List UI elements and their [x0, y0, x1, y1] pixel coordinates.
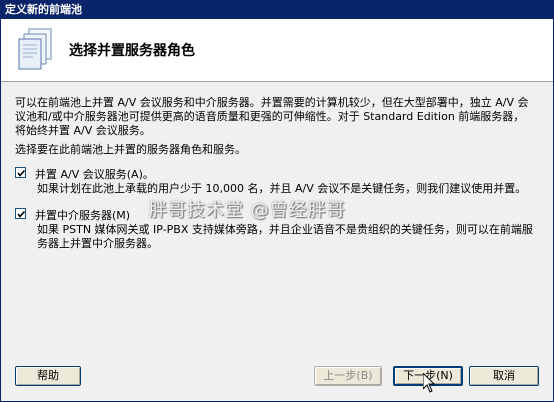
- intro-line: 议池和/或中介服务器池可提供更高的语音质量和更强的可伸缩性。对于 Standar…: [15, 110, 525, 123]
- wizard-header: 选择并置服务器角色: [1, 19, 553, 82]
- wizard-content: 可以在前端池上并置 A/V 会议服务和中介服务器。并置需要的计算机较少，但在大型…: [1, 82, 553, 401]
- cancel-button[interactable]: 取消: [469, 366, 539, 386]
- checkmark-icon: [17, 210, 26, 218]
- collocate-av-label[interactable]: 并置 A/V 会议服务(A)。: [35, 166, 154, 182]
- window-title: 定义新的前端池: [5, 3, 82, 16]
- collocate-mediation-label[interactable]: 并置中介服务器(M): [35, 207, 130, 223]
- watermark: 胖哥技术堂 @曾经胖哥: [149, 200, 346, 221]
- page-title: 选择并置服务器角色: [69, 43, 195, 59]
- help-button[interactable]: 帮助: [15, 366, 81, 386]
- checkmark-icon: [17, 169, 26, 177]
- collocate-av-checkbox[interactable]: [15, 167, 26, 178]
- intro-line: 将始终并置 A/V 会议服务。: [15, 124, 151, 137]
- intro-text: 可以在前端池上并置 A/V 会议服务和中介服务器。并置需要的计算机较少，但在大型…: [15, 96, 540, 138]
- description-line: 如果 PSTN 媒体网关或 IP-PBX 支持媒体旁路，并且企业语音不是贵组织的…: [37, 223, 533, 236]
- description-line: 如果计划在此池上承载的用户少于 10,000 名，并且 A/V 会议不是关键任务…: [37, 182, 527, 195]
- description-line: 务器上并置中介服务器。: [37, 237, 158, 250]
- collocate-av-description: 如果计划在此池上承载的用户少于 10,000 名，并且 A/V 会议不是关键任务…: [37, 182, 537, 196]
- wizard-window: 定义新的前端池 选择并置服务器角色 可以在前端池上并置 A/V 会议服务和中介服…: [0, 0, 554, 402]
- selection-prompt: 选择要在此前端池上并置的服务器角色和服务。: [15, 143, 246, 156]
- title-bar: 定义新的前端池: [1, 1, 553, 19]
- collocate-mediation-checkbox[interactable]: [15, 208, 26, 219]
- intro-line: 可以在前端池上并置 A/V 会议服务和中介服务器。并置需要的计算机较少，但在大型…: [15, 96, 529, 109]
- server-pages-icon: [18, 28, 52, 70]
- mouse-cursor-icon: [423, 373, 435, 393]
- collocate-mediation-description: 如果 PSTN 媒体网关或 IP-PBX 支持媒体旁路，并且企业语音不是贵组织的…: [37, 223, 537, 251]
- back-button[interactable]: 上一步(B): [314, 366, 382, 386]
